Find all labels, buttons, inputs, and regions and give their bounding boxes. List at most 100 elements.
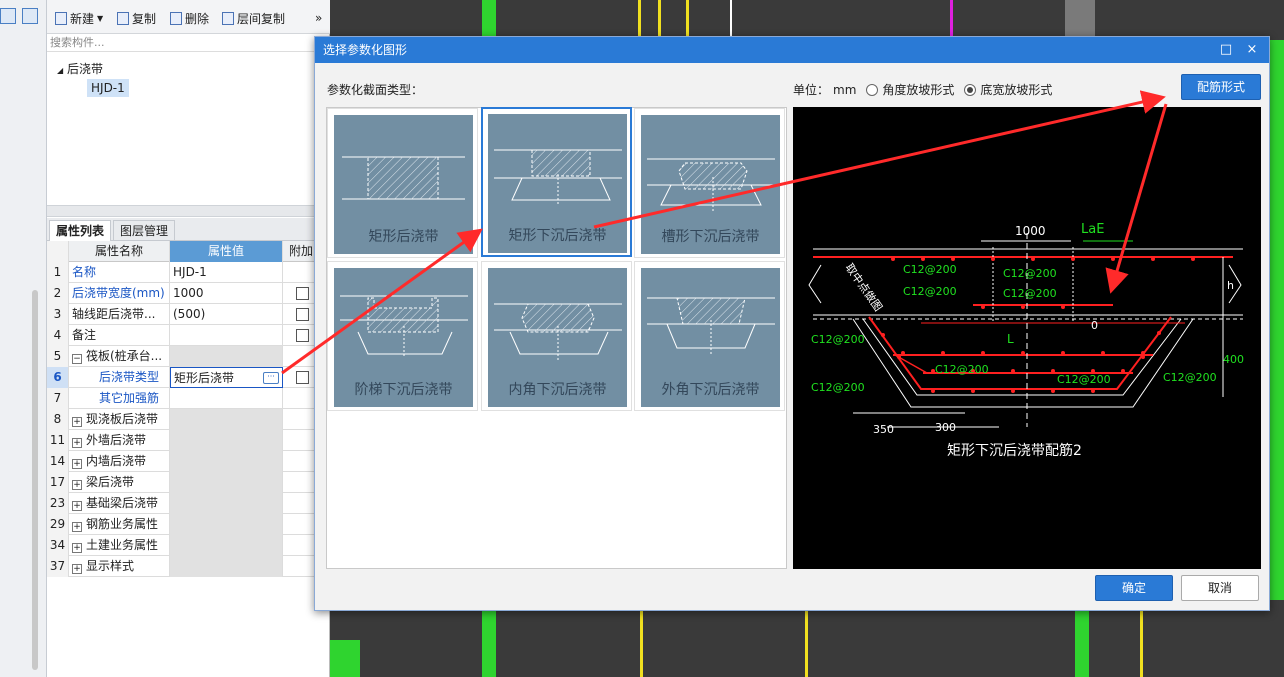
shape-card-inner-corner-sunken[interactable]: 内角下沉后浇带 bbox=[481, 261, 632, 411]
rebar-label: C12@200 bbox=[935, 363, 989, 376]
cancel-button[interactable]: 取消 bbox=[1181, 575, 1259, 601]
vertical-scrollbar[interactable] bbox=[32, 290, 38, 670]
property-value-input[interactable]: 1000 bbox=[170, 283, 283, 304]
new-icon bbox=[55, 11, 67, 25]
table-row[interactable]: 8 + 现浇板后浇带 bbox=[47, 409, 330, 430]
collapse-triangle-icon[interactable]: ◢ bbox=[57, 66, 63, 75]
rebar-label: C12@200 bbox=[1163, 371, 1217, 384]
shape-label: 槽形下沉后浇带 bbox=[661, 229, 760, 245]
table-row[interactable]: 37 + 显示样式 bbox=[47, 556, 330, 577]
property-tabs: 属性列表 图层管理 bbox=[47, 218, 330, 241]
rebar-label: C12@200 bbox=[1003, 267, 1057, 280]
table-row-selected[interactable]: 6 后浇带类型 矩形后浇带 ··· bbox=[47, 367, 330, 388]
shape-label: 矩形下沉后浇带 bbox=[508, 228, 607, 244]
property-value-input[interactable]: (500) bbox=[170, 304, 283, 325]
label-0: 0 bbox=[1091, 319, 1098, 332]
table-row[interactable]: 1 名称 HJD-1 bbox=[47, 262, 330, 283]
shape-gallery: 矩形后浇带 矩形下沉后浇带 槽形下沉后浇带 阶梯下沉后浇带 内角下沉后浇带 外角… bbox=[326, 107, 787, 569]
ok-button[interactable]: 确定 bbox=[1095, 575, 1173, 601]
delete-button[interactable]: 删除 bbox=[170, 10, 209, 26]
expand-plus-icon[interactable]: + bbox=[72, 417, 82, 427]
shape-card-rect-sunken[interactable]: 矩形下沉后浇带 bbox=[481, 107, 632, 257]
expand-plus-icon[interactable]: + bbox=[72, 543, 82, 553]
toolbar-more-button[interactable]: » bbox=[315, 10, 322, 26]
property-value-input[interactable] bbox=[170, 388, 283, 409]
table-row[interactable]: 23 + 基础梁后浇带 bbox=[47, 493, 330, 514]
table-row[interactable]: 34 + 土建业务属性 bbox=[47, 535, 330, 556]
copy-icon bbox=[117, 11, 129, 25]
rebar-drawing: 1000 LaE C12@200 C12@200 C12@200 C12@200… bbox=[808, 222, 1244, 459]
shape-label: 阶梯下沉后浇带 bbox=[354, 382, 453, 398]
property-value-input[interactable]: HJD-1 bbox=[170, 262, 283, 283]
label-l: L bbox=[1007, 332, 1014, 346]
rebar-form-button[interactable]: 配筋形式 bbox=[1181, 74, 1261, 100]
label-350: 350 bbox=[873, 423, 894, 436]
add-checkbox[interactable] bbox=[296, 371, 309, 384]
table-header: 属性名称 属性值 附加 bbox=[47, 241, 330, 262]
expand-plus-icon[interactable]: + bbox=[72, 564, 82, 574]
tree-node-hjd-1[interactable]: HJD-1 bbox=[87, 79, 129, 97]
preview-caption: 矩形下沉后浇带配筋2 bbox=[947, 442, 1082, 459]
expand-plus-icon[interactable]: + bbox=[72, 501, 82, 511]
tab-property-list[interactable]: 属性列表 bbox=[49, 220, 112, 241]
type-value-input[interactable]: 矩形后浇带 ··· bbox=[170, 367, 283, 388]
dim-lae: LaE bbox=[1081, 222, 1104, 237]
rebar-label: C12@200 bbox=[903, 263, 957, 276]
component-tree: ◢ 后浇带 HJD-1 bbox=[47, 54, 330, 204]
tree-node-post-pour-strip[interactable]: ◢ 后浇带 bbox=[57, 60, 103, 77]
shape-card-step-sunken[interactable]: 阶梯下沉后浇带 bbox=[327, 261, 478, 411]
copy-button[interactable]: 复制 bbox=[117, 10, 156, 26]
close-icon[interactable]: × bbox=[1239, 37, 1265, 63]
new-button[interactable]: 新建 ▼ bbox=[55, 10, 103, 26]
add-checkbox[interactable] bbox=[296, 287, 309, 300]
search-input[interactable]: 搜索构件... bbox=[47, 34, 330, 52]
shape-card-rect[interactable]: 矩形后浇带 bbox=[327, 108, 478, 258]
dialog-title-bar: 选择参数化图形 □ × bbox=[315, 37, 1269, 63]
add-checkbox[interactable] bbox=[296, 329, 309, 342]
table-row[interactable]: 17 + 梁后浇带 bbox=[47, 472, 330, 493]
ellipsis-button[interactable]: ··· bbox=[263, 372, 279, 384]
expand-plus-icon[interactable]: + bbox=[72, 480, 82, 490]
rebar-label: C12@200 bbox=[903, 285, 957, 298]
floor-copy-button[interactable]: 层间复制 bbox=[222, 10, 285, 26]
delete-icon bbox=[170, 11, 182, 25]
expand-plus-icon[interactable]: + bbox=[72, 459, 82, 469]
rebar-label: C12@200 bbox=[811, 381, 865, 394]
table-row[interactable]: 29 + 钢筋业务属性 bbox=[47, 514, 330, 535]
rebar-preview: 1000 LaE C12@200 C12@200 C12@200 C12@200… bbox=[793, 107, 1261, 569]
list-view-icon[interactable] bbox=[0, 8, 16, 24]
label-300: 300 bbox=[935, 421, 956, 434]
unit-row: 单位： mm 角度放坡形式 底宽放坡形式 bbox=[793, 82, 1053, 98]
dialog-title: 选择参数化图形 bbox=[323, 43, 408, 57]
table-row[interactable]: 7 其它加强筋 bbox=[47, 388, 330, 409]
table-row[interactable]: 11 + 外墙后浇带 bbox=[47, 430, 330, 451]
radio-angle-slope[interactable] bbox=[866, 83, 879, 96]
shape-label: 外角下沉后浇带 bbox=[661, 382, 760, 398]
maximize-icon[interactable]: □ bbox=[1213, 37, 1239, 63]
shape-card-channel-sunken[interactable]: 槽形下沉后浇带 bbox=[634, 108, 785, 258]
radio-width-slope[interactable] bbox=[964, 83, 977, 96]
expand-plus-icon[interactable]: + bbox=[72, 438, 82, 448]
section-type-label: 参数化截面类型： bbox=[327, 83, 424, 97]
table-row[interactable]: 14 + 内墙后浇带 bbox=[47, 451, 330, 472]
rebar-label: C12@200 bbox=[1003, 287, 1057, 300]
header-name: 属性名称 bbox=[69, 241, 170, 262]
table-row[interactable]: 3 轴线距后浇带... (500) bbox=[47, 304, 330, 325]
grid-view-icon[interactable] bbox=[22, 8, 38, 24]
table-row[interactable]: 2 后浇带宽度(mm) 1000 bbox=[47, 283, 330, 304]
shape-card-outer-corner-sunken[interactable]: 外角下沉后浇带 bbox=[634, 261, 785, 411]
table-row[interactable]: 4 备注 bbox=[47, 325, 330, 346]
component-toolbar: 新建 ▼ 复制 删除 层间复制 » bbox=[47, 0, 330, 34]
header-value: 属性值 bbox=[170, 241, 283, 262]
table-row[interactable]: 5 − 筏板(桩承台... bbox=[47, 346, 330, 367]
add-checkbox[interactable] bbox=[296, 308, 309, 321]
expand-plus-icon[interactable]: + bbox=[72, 522, 82, 532]
left-icon-strip bbox=[0, 0, 47, 677]
panel-splitter[interactable] bbox=[47, 205, 330, 217]
tab-layer-management[interactable]: 图层管理 bbox=[113, 220, 176, 241]
select-parametric-shape-dialog: 选择参数化图形 □ × 参数化截面类型： 单位： mm 角度放坡形式 底宽放坡形… bbox=[314, 36, 1270, 611]
floor-copy-icon bbox=[222, 11, 234, 25]
collapse-minus-icon[interactable]: − bbox=[72, 354, 82, 364]
property-value-input[interactable] bbox=[170, 325, 283, 346]
dim-1000: 1000 bbox=[1015, 224, 1046, 238]
